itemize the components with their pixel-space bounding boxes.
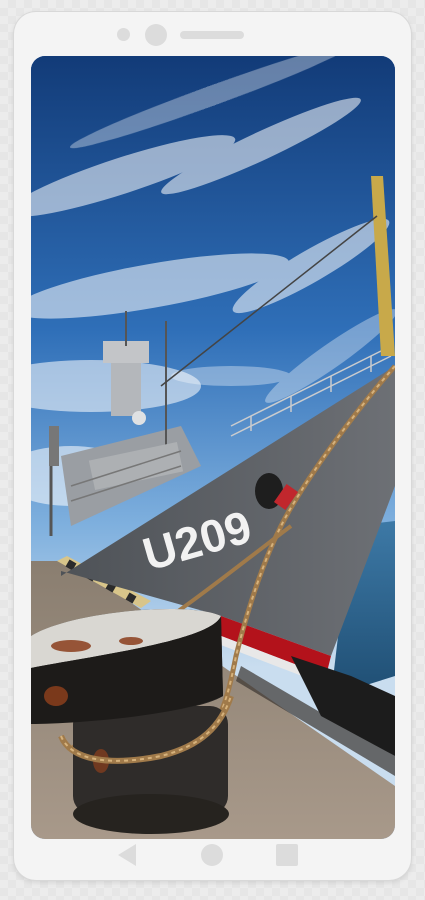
warship-wallpaper-image: U209 xyxy=(31,56,395,839)
phone-top-bezel xyxy=(14,12,411,56)
front-camera-icon xyxy=(145,24,167,46)
recents-square-icon[interactable] xyxy=(276,844,298,866)
wallpaper-preview[interactable]: U209 xyxy=(31,56,395,839)
sensor-icon xyxy=(117,28,130,41)
navigation-bar xyxy=(14,830,411,880)
back-triangle-icon[interactable] xyxy=(118,844,136,866)
phone-frame: U209 xyxy=(14,12,411,880)
earpiece-speaker-icon xyxy=(180,31,244,39)
home-circle-icon[interactable] xyxy=(201,844,223,866)
